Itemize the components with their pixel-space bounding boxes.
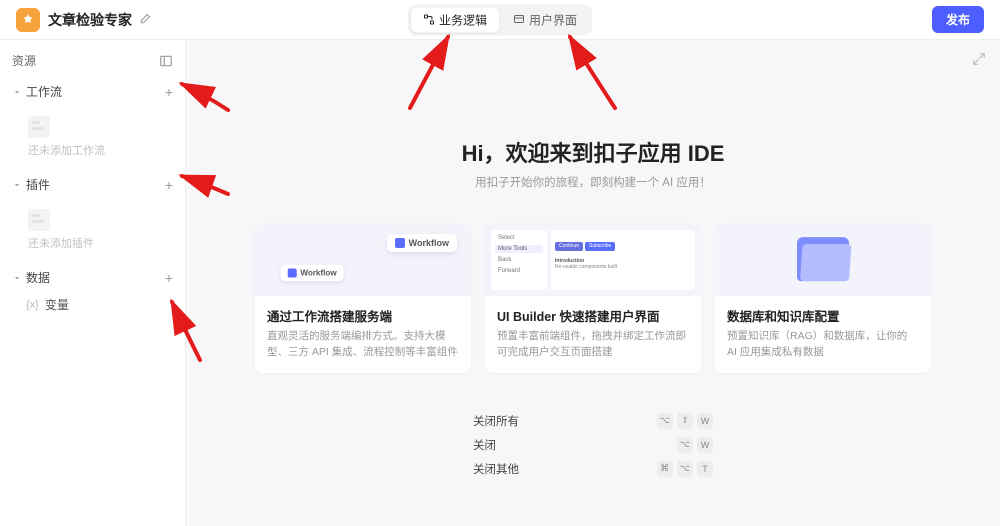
workflow-empty: 还未添加工作流 xyxy=(0,106,185,170)
tab-logic-label: 业务逻辑 xyxy=(439,11,487,28)
variable-icon: {x} xyxy=(26,299,39,311)
card-ui-preview: Select More Tools Back Forward ContinueS… xyxy=(485,224,701,296)
sidebar-section-data[interactable]: 数据 + xyxy=(0,263,185,292)
sidebar-collapse-icon[interactable] xyxy=(159,54,173,68)
sidebar-section-workflow[interactable]: 工作流 + xyxy=(0,77,185,106)
chevron-down-icon xyxy=(12,87,22,97)
sidebar-data-label: 数据 xyxy=(26,269,50,286)
shortcut-close: 关闭 ⌥ W xyxy=(473,433,713,457)
tab-ui[interactable]: 用户界面 xyxy=(501,7,589,32)
card-ui-desc: 预置丰富前端组件，拖拽并绑定工作流即可完成用户交互页面搭建 xyxy=(497,329,689,361)
plugin-empty-text: 还未添加插件 xyxy=(28,235,169,251)
topbar: 文章检验专家 业务逻辑 用户界面 发布 xyxy=(0,0,1000,40)
workflow-empty-text: 还未添加工作流 xyxy=(28,142,169,158)
card-database[interactable]: 数据库和知识库配置 预置知识库（RAG）和数据库，让你的 AI 应用集成私有数据 xyxy=(715,224,931,373)
sidebar-plugin-label: 插件 xyxy=(26,176,50,193)
card-db-desc: 预置知识库（RAG）和数据库，让你的 AI 应用集成私有数据 xyxy=(727,329,919,361)
hero-title: Hi，欢迎来到扣子应用 IDE xyxy=(186,136,1000,168)
card-workflow-title: 通过工作流搭建服务端 xyxy=(267,306,459,325)
workflow-chip: Workflow xyxy=(387,234,457,252)
card-db-title: 数据库和知识库配置 xyxy=(727,306,919,325)
card-db-preview xyxy=(715,224,931,296)
placeholder-icon xyxy=(28,116,50,138)
add-workflow-button[interactable]: + xyxy=(165,84,173,100)
card-workflow-preview: Workflow Workflow xyxy=(255,224,471,296)
plugin-empty: 还未添加插件 xyxy=(0,199,185,263)
top-tabs: 业务逻辑 用户界面 xyxy=(408,4,592,35)
tab-logic[interactable]: 业务逻辑 xyxy=(411,7,499,32)
card-ui-title: UI Builder 快速搭建用户界面 xyxy=(497,306,689,325)
edit-icon[interactable] xyxy=(138,13,151,26)
hero-subtitle: 用扣子开始你的旅程，即刻构建一个 AI 应用！ xyxy=(186,174,1000,190)
chevron-down-icon xyxy=(12,180,22,190)
add-data-button[interactable]: + xyxy=(165,270,173,286)
sidebar-variables-label: 变量 xyxy=(45,296,69,313)
tab-ui-label: 用户界面 xyxy=(529,11,577,28)
sidebar-item-variables[interactable]: {x} 变量 xyxy=(0,292,185,317)
shortcut-close-all: 关闭所有 ⌥ ⇧ W xyxy=(473,409,713,433)
publish-button[interactable]: 发布 xyxy=(932,6,984,33)
main-canvas: Hi，欢迎来到扣子应用 IDE 用扣子开始你的旅程，即刻构建一个 AI 应用！ … xyxy=(186,40,1000,526)
placeholder-icon xyxy=(28,209,50,231)
sidebar-title: 资源 xyxy=(12,52,36,69)
card-workflow-desc: 直观灵活的服务端编排方式。支持大模型、三方 API 集成、流程控制等丰富组件 xyxy=(267,329,459,361)
hero: Hi，欢迎来到扣子应用 IDE 用扣子开始你的旅程，即刻构建一个 AI 应用！ xyxy=(186,40,1000,190)
workflow-chip: Workflow xyxy=(281,265,344,281)
app-title: 文章检验专家 xyxy=(48,10,132,30)
chevron-down-icon xyxy=(12,273,22,283)
shortcut-list: 关闭所有 ⌥ ⇧ W 关闭 ⌥ W 关闭其他 ⌘ ⌥ T xyxy=(473,409,713,481)
feature-cards: Workflow Workflow 通过工作流搭建服务端 直观灵活的服务端编排方… xyxy=(186,224,1000,373)
expand-icon[interactable] xyxy=(972,52,986,71)
folder-icon xyxy=(797,237,849,281)
sidebar-header: 资源 xyxy=(0,48,185,77)
sidebar-workflow-label: 工作流 xyxy=(26,83,62,100)
sidebar: 资源 工作流 + 还未添加工作流 插件 + 还未添加插件 数据 + {x} 变量 xyxy=(0,40,186,526)
shortcut-close-others: 关闭其他 ⌘ ⌥ T xyxy=(473,457,713,481)
sidebar-section-plugin[interactable]: 插件 + xyxy=(0,170,185,199)
card-workflow[interactable]: Workflow Workflow 通过工作流搭建服务端 直观灵活的服务端编排方… xyxy=(255,224,471,373)
app-icon xyxy=(16,8,40,32)
add-plugin-button[interactable]: + xyxy=(165,177,173,193)
card-ui-builder[interactable]: Select More Tools Back Forward ContinueS… xyxy=(485,224,701,373)
